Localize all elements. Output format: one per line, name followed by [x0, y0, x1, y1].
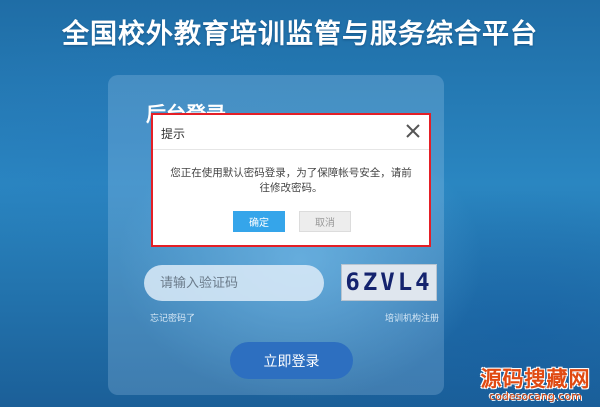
watermark-url: codesocang.com [489, 390, 582, 403]
page-title: 全国校外教育培训监管与服务综合平台 [62, 19, 538, 50]
dialog-message: 您正在使用默认密码登录，为了保障帐号安全，请前往修改密码。 [170, 167, 412, 194]
dialog-header: 提示 [153, 115, 429, 150]
close-icon[interactable] [403, 121, 423, 141]
register-link[interactable]: 培训机构注册 [385, 311, 439, 324]
dialog-title: 提示 [161, 127, 186, 141]
login-button[interactable]: 立即登录 [230, 342, 353, 379]
confirm-button[interactable]: 确定 [233, 211, 285, 232]
captcha-input[interactable] [144, 265, 324, 301]
watermark-text: 源码搜藏网 [480, 367, 591, 391]
watermark: 源码搜藏网 codesocang.com [473, 367, 598, 403]
prompt-dialog: 提示 您正在使用默认密码登录，为了保障帐号安全，请前往修改密码。 确定 取消 [153, 115, 429, 245]
forgot-password-link[interactable]: 忘记密码了 [150, 311, 195, 324]
captcha-image[interactable]: 6ZVL4 [341, 264, 437, 301]
cancel-button[interactable]: 取消 [299, 211, 351, 232]
